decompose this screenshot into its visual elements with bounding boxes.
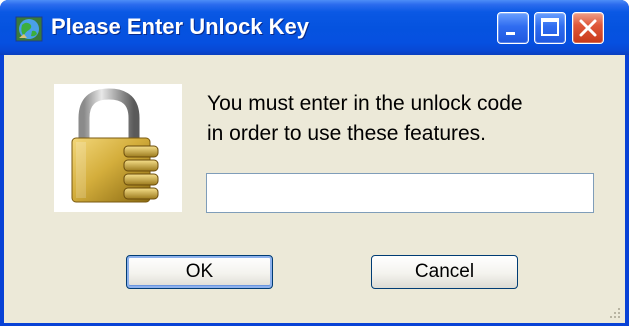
globe-icon[interactable] — [15, 16, 43, 42]
padlock-icon — [71, 88, 159, 203]
close-icon — [579, 19, 597, 37]
ok-button[interactable]: OK — [126, 255, 273, 289]
minimize-button[interactable] — [497, 12, 529, 44]
maximize-button[interactable] — [534, 12, 566, 44]
window-title: Please Enter Unlock Key — [51, 14, 310, 39]
dialog-window: Please Enter Unlock Key You must enter i… — [0, 0, 629, 326]
dialog-body: You must enter in the unlock code in ord… — [4, 55, 625, 323]
resize-grip-icon[interactable] — [608, 306, 622, 320]
title-bar[interactable]: Please Enter Unlock Key — [0, 0, 629, 55]
instruction-text: You must enter in the unlock code in ord… — [207, 92, 523, 145]
unlock-code-input[interactable] — [206, 173, 594, 213]
minimize-icon — [506, 32, 515, 35]
close-button[interactable] — [572, 12, 604, 44]
maximize-icon — [541, 18, 559, 36]
cancel-button[interactable]: Cancel — [371, 255, 518, 289]
padlock-image — [54, 84, 182, 212]
